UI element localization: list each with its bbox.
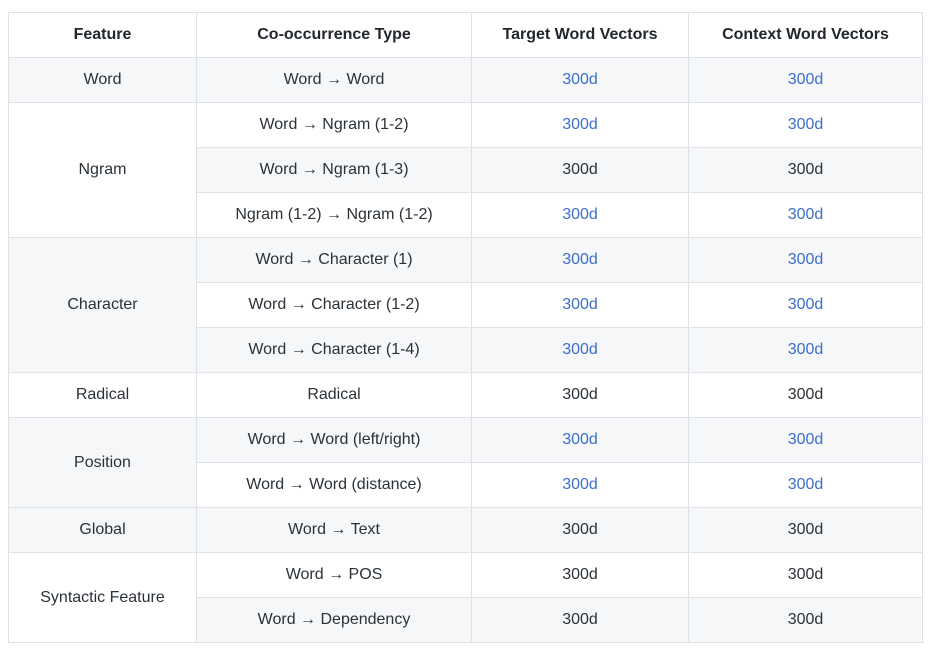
context-vector-link[interactable]: 300d: [788, 431, 824, 448]
context-vector-link[interactable]: 300d: [788, 71, 824, 88]
feature-cell: Syntactic Feature: [9, 553, 197, 643]
target-vector-link[interactable]: 300d: [562, 251, 598, 268]
target-vector-cell: 300d: [472, 283, 689, 328]
target-vector-cell: 300d: [472, 103, 689, 148]
column-header-feature: Feature: [9, 13, 197, 58]
cooccurrence-cell: Ngram (1-2) → Ngram (1-2): [197, 193, 472, 238]
target-vector-cell: 300d: [472, 58, 689, 103]
cooccurrence-cell: Word → Ngram (1-3): [197, 148, 472, 193]
table-row: Character Word → Character (1) 300d 300d: [9, 238, 923, 283]
cooccurrence-cell: Word → Word (distance): [197, 463, 472, 508]
target-vector-link[interactable]: 300d: [562, 476, 598, 493]
target-vector-value: 300d: [562, 161, 598, 178]
context-vector-link[interactable]: 300d: [788, 341, 824, 358]
context-vector-cell: 300d: [689, 373, 923, 418]
target-vector-cell: 300d: [472, 418, 689, 463]
context-vector-cell: 300d: [689, 103, 923, 148]
feature-cell: Ngram: [9, 103, 197, 238]
cooccurrence-cell: Word → POS: [197, 553, 472, 598]
context-vector-value: 300d: [788, 386, 824, 403]
target-vector-link[interactable]: 300d: [562, 71, 598, 88]
target-vector-cell: 300d: [472, 373, 689, 418]
table-row: Global Word → Text 300d 300d: [9, 508, 923, 553]
feature-cell: Word: [9, 58, 197, 103]
context-vector-cell: 300d: [689, 283, 923, 328]
feature-cell: Global: [9, 508, 197, 553]
target-vector-cell: 300d: [472, 148, 689, 193]
target-vector-cell: 300d: [472, 238, 689, 283]
context-vector-cell: 300d: [689, 328, 923, 373]
target-vector-link[interactable]: 300d: [562, 206, 598, 223]
context-vector-value: 300d: [788, 611, 824, 628]
context-vector-value: 300d: [788, 566, 824, 583]
column-header-context: Context Word Vectors: [689, 13, 923, 58]
target-vector-link[interactable]: 300d: [562, 431, 598, 448]
target-vector-value: 300d: [562, 386, 598, 403]
target-vector-value: 300d: [562, 611, 598, 628]
target-vector-value: 300d: [562, 566, 598, 583]
feature-cell: Position: [9, 418, 197, 508]
cooccurrence-cell: Word → Word: [197, 58, 472, 103]
context-vector-cell: 300d: [689, 193, 923, 238]
cooccurrence-cell: Radical: [197, 373, 472, 418]
table-row: Word Word → Word 300d 300d: [9, 58, 923, 103]
context-vector-cell: 300d: [689, 553, 923, 598]
table-row: Radical Radical 300d 300d: [9, 373, 923, 418]
feature-cell: Character: [9, 238, 197, 373]
cooccurrence-cell: Word → Character (1-2): [197, 283, 472, 328]
context-vector-link[interactable]: 300d: [788, 476, 824, 493]
cooccurrence-cell: Word → Ngram (1-2): [197, 103, 472, 148]
column-header-type: Co-occurrence Type: [197, 13, 472, 58]
cooccurrence-cell: Word → Character (1-4): [197, 328, 472, 373]
context-vector-cell: 300d: [689, 148, 923, 193]
context-vector-cell: 300d: [689, 238, 923, 283]
target-vector-cell: 300d: [472, 328, 689, 373]
table-container: Feature Co-occurrence Type Target Word V…: [0, 0, 930, 643]
table-row: Position Word → Word (left/right) 300d 3…: [9, 418, 923, 463]
context-vector-cell: 300d: [689, 58, 923, 103]
context-vector-value: 300d: [788, 521, 824, 538]
context-vector-value: 300d: [788, 161, 824, 178]
context-vector-cell: 300d: [689, 598, 923, 643]
cooccurrence-cell: Word → Character (1): [197, 238, 472, 283]
context-vector-link[interactable]: 300d: [788, 116, 824, 133]
target-vector-link[interactable]: 300d: [562, 341, 598, 358]
table-row: Ngram Word → Ngram (1-2) 300d 300d: [9, 103, 923, 148]
context-vector-cell: 300d: [689, 418, 923, 463]
column-header-target: Target Word Vectors: [472, 13, 689, 58]
feature-vectors-table: Feature Co-occurrence Type Target Word V…: [8, 12, 923, 643]
context-vector-cell: 300d: [689, 508, 923, 553]
feature-cell: Radical: [9, 373, 197, 418]
target-vector-link[interactable]: 300d: [562, 116, 598, 133]
cooccurrence-cell: Word → Word (left/right): [197, 418, 472, 463]
cooccurrence-cell: Word → Text: [197, 508, 472, 553]
target-vector-cell: 300d: [472, 193, 689, 238]
target-vector-cell: 300d: [472, 598, 689, 643]
context-vector-link[interactable]: 300d: [788, 296, 824, 313]
target-vector-value: 300d: [562, 521, 598, 538]
target-vector-cell: 300d: [472, 508, 689, 553]
context-vector-link[interactable]: 300d: [788, 251, 824, 268]
table-header-row: Feature Co-occurrence Type Target Word V…: [9, 13, 923, 58]
target-vector-cell: 300d: [472, 553, 689, 598]
context-vector-cell: 300d: [689, 463, 923, 508]
table-row: Syntactic Feature Word → POS 300d 300d: [9, 553, 923, 598]
target-vector-link[interactable]: 300d: [562, 296, 598, 313]
context-vector-link[interactable]: 300d: [788, 206, 824, 223]
cooccurrence-cell: Word → Dependency: [197, 598, 472, 643]
target-vector-cell: 300d: [472, 463, 689, 508]
